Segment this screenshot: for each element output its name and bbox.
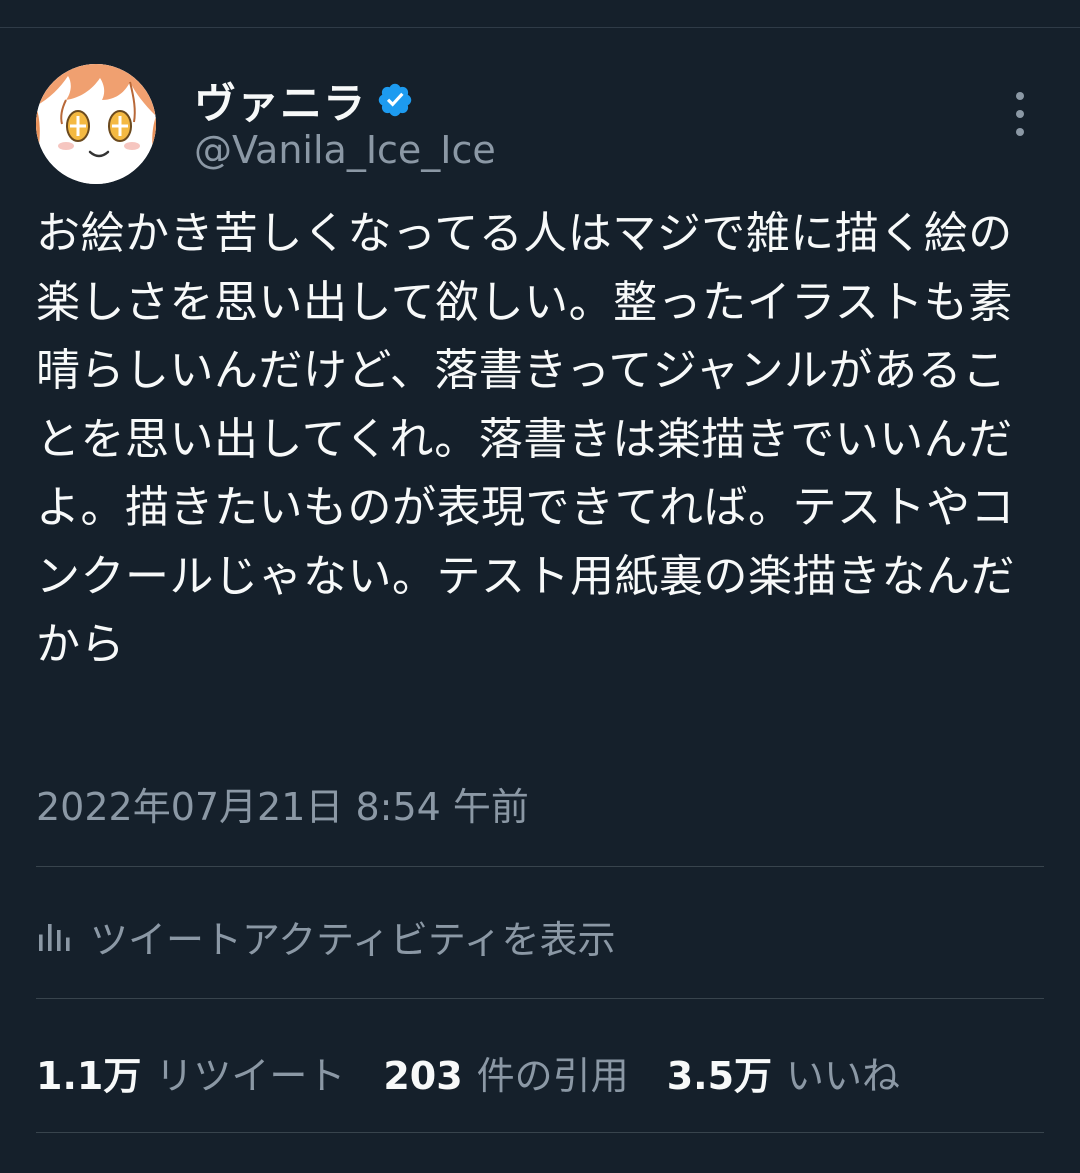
avatar-illustration — [36, 64, 156, 184]
avatar[interactable] — [36, 64, 156, 184]
user-handle[interactable]: @Vanila_Ice_Ice — [194, 128, 496, 172]
view-tweet-activity-button[interactable]: ツイートアクティビティを表示 — [36, 904, 616, 968]
quotes-count: 203 — [383, 1053, 463, 1098]
divider — [36, 1132, 1044, 1133]
retweets-count: 1.1万 — [36, 1053, 142, 1098]
top-divider — [0, 27, 1080, 28]
activity-label: ツイートアクティビティを表示 — [90, 917, 616, 962]
retweets-label: リツイート — [155, 1053, 346, 1098]
divider — [36, 998, 1044, 999]
quotes-label: 件の引用 — [476, 1053, 629, 1098]
tweet-header: ヴァニラ @Vanila_Ice_Ice — [36, 64, 1046, 188]
retweets-stat[interactable]: 1.1万 リツイート — [36, 1045, 345, 1100]
likes-stat[interactable]: 3.5万 いいね — [667, 1045, 900, 1100]
quotes-stat[interactable]: 203 件の引用 — [383, 1045, 628, 1100]
verified-badge-icon — [378, 83, 412, 117]
tweet-timestamp[interactable]: 2022年07月21日 8:54 午前 — [36, 776, 529, 831]
likes-label: いいね — [786, 1053, 901, 1098]
name-row: ヴァニラ — [194, 70, 414, 130]
engagement-stats: 1.1万 リツイート 203 件の引用 3.5万 いいね — [36, 1040, 938, 1104]
likes-count: 3.5万 — [666, 1053, 773, 1098]
tweet-text: お絵かき苦しくなってる人はマジで雑に描く絵の楽しさを思い出して欲しい。整ったイラ… — [36, 208, 1015, 670]
display-name[interactable]: ヴァニラ — [194, 70, 366, 131]
divider — [36, 866, 1044, 867]
more-vertical-icon[interactable] — [1004, 92, 1036, 136]
bar-chart-icon — [39, 924, 70, 951]
